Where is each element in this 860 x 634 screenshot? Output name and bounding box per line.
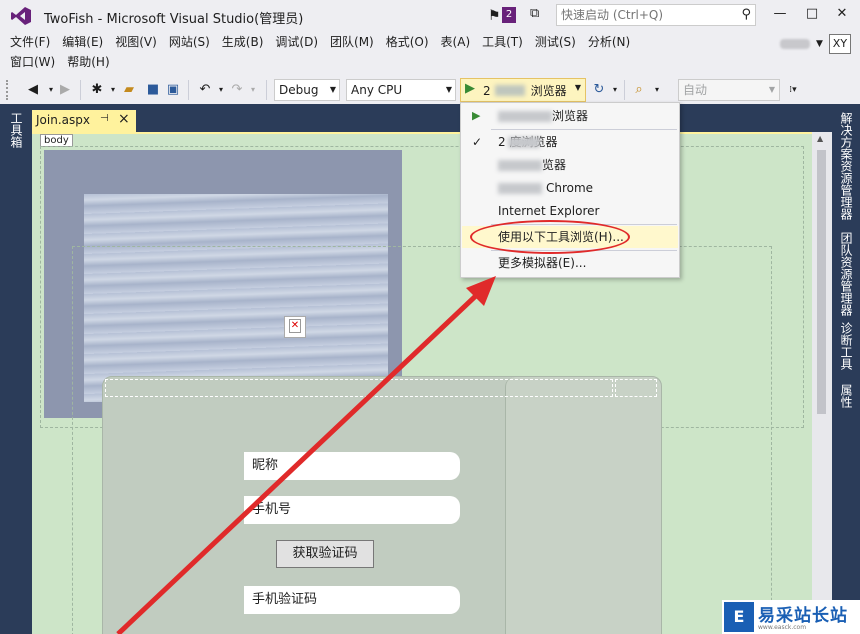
watermark-subtitle: www.easck.com [758, 624, 807, 631]
watermark-logo: E [724, 602, 754, 632]
watermark: E 易采站长站 www.easck.com [722, 600, 860, 634]
watermark-title: 易采站长站 [758, 606, 848, 626]
annotation-arrow [116, 276, 496, 634]
